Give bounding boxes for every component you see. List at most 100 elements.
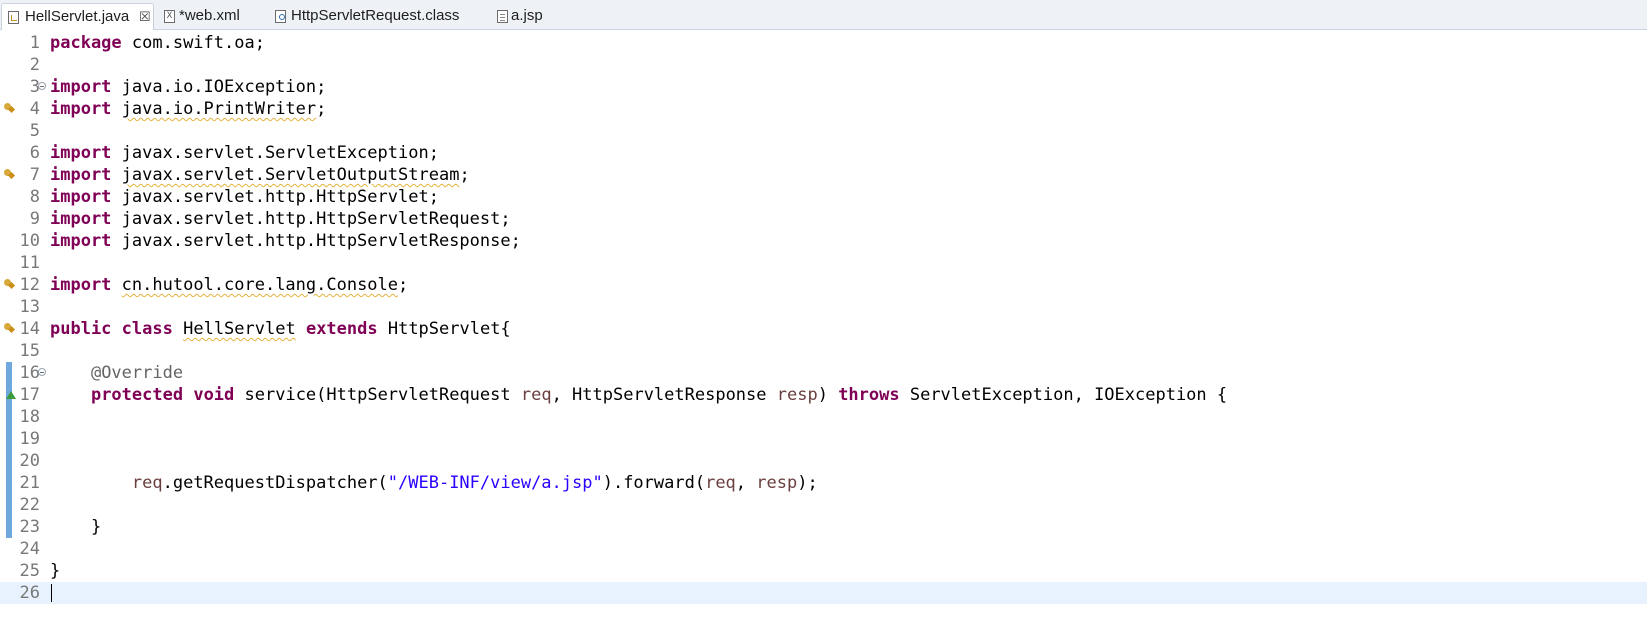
code-text: import java.io.IOException; bbox=[50, 76, 326, 98]
line-number: 21 bbox=[19, 473, 40, 493]
code-line: 3 import java.io.IOException; bbox=[0, 76, 1647, 98]
code-line: 8 import javax.servlet.http.HttpServlet; bbox=[0, 186, 1647, 208]
keyword: import bbox=[50, 275, 112, 295]
unused-import-warning: cn.hutool.core.lang.Console bbox=[121, 275, 399, 295]
code-line: 14 public class HellServlet extends Http… bbox=[0, 318, 1647, 340]
tab-hellservlet-java[interactable]: HellServlet.java ☒ bbox=[1, 3, 154, 30]
code-text: import javax.servlet.ServletException; bbox=[50, 142, 439, 164]
code-line: 10 import javax.servlet.http.HttpServlet… bbox=[0, 230, 1647, 252]
text-cursor bbox=[51, 584, 52, 602]
unused-import-warning: javax.servlet.ServletOutputStream bbox=[121, 165, 460, 185]
code-text: } bbox=[50, 516, 101, 538]
parameter: req bbox=[520, 385, 552, 405]
class-file-icon bbox=[275, 10, 286, 23]
code-fragment: ) bbox=[817, 385, 839, 405]
java-file-icon bbox=[8, 11, 19, 24]
code-text: package com.swift.oa; bbox=[50, 32, 265, 54]
line-number: 7 bbox=[29, 165, 40, 185]
tab-label: HellServlet.java bbox=[25, 8, 130, 25]
code-fragment: ; bbox=[316, 99, 327, 119]
code-line: 2 bbox=[0, 54, 1647, 76]
code-text: import cn.hutool.core.lang.Console; bbox=[50, 274, 408, 296]
code-line: 12 import cn.hutool.core.lang.Console; bbox=[0, 274, 1647, 296]
line-number: 23 bbox=[19, 517, 40, 537]
keyword: import bbox=[50, 231, 112, 251]
line-number: 19 bbox=[19, 429, 40, 449]
code-line: 22 bbox=[0, 494, 1647, 516]
code-fragment: service(HttpServletRequest bbox=[234, 385, 521, 405]
code-line: 7 import javax.servlet.ServletOutputStre… bbox=[0, 164, 1647, 186]
code-line: 21 req.getRequestDispatcher("/WEB-INF/vi… bbox=[0, 472, 1647, 494]
tab-httpservletrequest-class[interactable]: HttpServletRequest.class bbox=[268, 3, 483, 30]
line-number: 20 bbox=[19, 451, 40, 471]
tab-a-jsp[interactable]: a.jsp bbox=[491, 3, 561, 30]
line-number: 18 bbox=[19, 407, 40, 427]
tab-label: HttpServletRequest.class bbox=[291, 7, 460, 24]
code-text: req.getRequestDispatcher("/WEB-INF/view/… bbox=[50, 472, 818, 494]
code-line: 9 import javax.servlet.http.HttpServletR… bbox=[0, 208, 1647, 230]
code-text: @Override bbox=[50, 362, 183, 384]
line-number: 26 bbox=[19, 583, 40, 603]
line-number: 2 bbox=[29, 55, 40, 75]
line-number: 16 bbox=[19, 363, 40, 383]
keyword: import bbox=[50, 209, 112, 229]
line-number: 22 bbox=[19, 495, 40, 515]
line-number: 8 bbox=[29, 187, 40, 207]
fold-collapse-icon[interactable] bbox=[38, 82, 46, 90]
code-editor[interactable]: 1 package com.swift.oa; 2 3 import java.… bbox=[0, 31, 1647, 641]
code-fragment: .getRequestDispatcher( bbox=[162, 473, 388, 493]
close-icon[interactable]: ☒ bbox=[139, 4, 151, 30]
line-number: 13 bbox=[19, 297, 40, 317]
line-number: 9 bbox=[29, 209, 40, 229]
parameter: req bbox=[705, 473, 736, 493]
keyword: import bbox=[50, 187, 112, 207]
parameter: resp bbox=[756, 473, 798, 493]
current-code-line[interactable]: 26 bbox=[0, 582, 1647, 604]
xml-file-icon: X bbox=[164, 10, 175, 23]
code-fragment bbox=[111, 275, 121, 295]
closing-brace: } bbox=[50, 561, 61, 581]
code-line: 4 import java.io.PrintWriter; bbox=[0, 98, 1647, 120]
code-line: 23 } bbox=[0, 516, 1647, 538]
tab-label: *web.xml bbox=[179, 7, 240, 24]
tab-web-xml[interactable]: X *web.xml bbox=[158, 3, 263, 30]
keyword: import bbox=[50, 99, 112, 119]
code-text: import javax.servlet.http.HttpServletReq… bbox=[50, 208, 511, 230]
code-fragment: javax.servlet.http.HttpServlet; bbox=[111, 187, 439, 207]
annotation: @Override bbox=[90, 363, 184, 383]
code-line: 20 bbox=[0, 450, 1647, 472]
line-number: 6 bbox=[29, 143, 40, 163]
code-fragment: javax.servlet.http.HttpServletRequest; bbox=[111, 209, 511, 229]
code-text: public class HellServlet extends HttpSer… bbox=[50, 318, 511, 340]
code-fragment: com.swift.oa; bbox=[121, 33, 265, 53]
code-line: 19 bbox=[0, 428, 1647, 450]
code-line: 5 bbox=[0, 120, 1647, 142]
keyword: import bbox=[50, 165, 112, 185]
line-number: 15 bbox=[19, 341, 40, 361]
code-line: 13 bbox=[0, 296, 1647, 318]
line-number: 17 bbox=[19, 385, 40, 405]
keyword: class bbox=[121, 319, 173, 339]
code-fragment: ; bbox=[398, 275, 409, 295]
code-text: import java.io.PrintWriter; bbox=[50, 98, 326, 120]
code-line: 16 @Override bbox=[0, 362, 1647, 384]
code-fragment: ; bbox=[459, 165, 470, 185]
fold-collapse-icon[interactable] bbox=[38, 368, 46, 376]
code-text: protected void service(HttpServletReques… bbox=[50, 384, 1227, 406]
code-text: import javax.servlet.http.HttpServletRes… bbox=[50, 230, 521, 252]
line-number: 3 bbox=[29, 77, 40, 97]
keyword: import bbox=[50, 77, 112, 97]
code-fragment: ServletException, IOException { bbox=[899, 385, 1228, 405]
unused-import-warning: java.io.PrintWriter bbox=[121, 99, 317, 119]
line-number: 24 bbox=[19, 539, 40, 559]
keyword: package bbox=[50, 33, 122, 53]
jsp-file-icon bbox=[497, 10, 508, 23]
code-line: 17 protected void service(HttpServletReq… bbox=[0, 384, 1647, 406]
line-number: 4 bbox=[29, 99, 40, 119]
line-number: 12 bbox=[19, 275, 40, 295]
line-number: 11 bbox=[19, 253, 40, 273]
tab-label: a.jsp bbox=[511, 7, 543, 24]
code-fragment: javax.servlet.ServletException; bbox=[111, 143, 439, 163]
code-line: 18 bbox=[0, 406, 1647, 428]
code-fragment: javax.servlet.http.HttpServletResponse; bbox=[111, 231, 521, 251]
